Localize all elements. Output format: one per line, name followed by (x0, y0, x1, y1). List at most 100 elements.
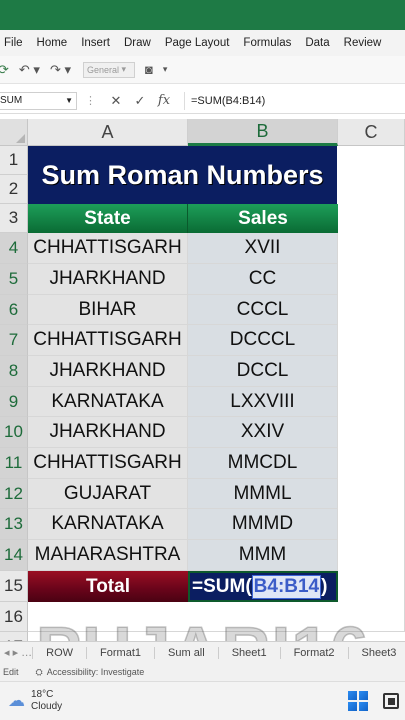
sales-cell[interactable]: CC (188, 264, 338, 295)
row-header[interactable]: 5 (0, 264, 28, 295)
menu-review[interactable]: Review (339, 37, 391, 49)
formula-prefix: =SUM( (192, 575, 252, 597)
formula-bar: SUM ▼ ⋮ ✕ ✓ fx =SUM(B4:B14) (0, 88, 405, 114)
state-cell[interactable]: MAHARASHTRA (28, 540, 188, 571)
sales-cell[interactable]: MMM (188, 540, 338, 571)
accessibility-status[interactable]: Accessibility: Investigate (47, 667, 145, 677)
column-header-c[interactable]: C (338, 119, 405, 146)
state-cell[interactable]: JHARKHAND (28, 417, 188, 448)
sales-cell[interactable]: MMCDL (188, 448, 338, 479)
weather-condition: Cloudy (31, 701, 63, 712)
column-header-b[interactable]: B (188, 119, 338, 146)
row-header[interactable]: 13 (0, 509, 28, 540)
range-reference: B4:B14 (251, 574, 322, 599)
row-header[interactable]: 16 (0, 602, 28, 632)
state-cell[interactable]: CHHATTISGARH (28, 233, 188, 264)
undo-icon[interactable]: ↶ ▾ (19, 62, 40, 78)
sheet-tabs: ◂ ▸ … ROW Format1 Sum all Sheet1 Format2… (0, 641, 405, 663)
sales-cell[interactable]: MMML (188, 479, 338, 509)
sales-cell[interactable]: LXXVIII (188, 387, 338, 417)
windows-start-icon[interactable] (348, 691, 368, 711)
sales-cell[interactable]: DCCL (188, 356, 338, 387)
sales-cell[interactable]: CCCL (188, 295, 338, 325)
column-c-cells[interactable] (338, 146, 405, 632)
row-16-cells[interactable] (28, 602, 405, 632)
row-header[interactable]: 15 (0, 571, 28, 602)
active-cell-editor[interactable]: =SUM(B4:B14) (188, 571, 338, 602)
quick-access-toolbar: ⟳ ↶ ▾ ↷ ▾ General ▾ ◙ ▾ (0, 56, 405, 84)
column-header-a[interactable]: A (28, 119, 188, 146)
tab-row[interactable]: ROW (32, 646, 86, 659)
state-cell[interactable]: CHHATTISGARH (28, 325, 188, 356)
name-box[interactable]: SUM ▼ (0, 91, 77, 110)
taskbar: ☁ 18°C Cloudy (0, 681, 405, 720)
chevron-down-icon: ▼ (65, 96, 73, 105)
header-sales[interactable]: Sales (188, 204, 338, 233)
row-header[interactable]: 1 (0, 146, 28, 175)
cloud-icon: ☁ (8, 691, 25, 710)
state-cell[interactable]: KARNATAKA (28, 509, 188, 540)
sheet-nav-arrows-icon[interactable]: ◂ ▸ … (4, 646, 32, 659)
state-cell[interactable]: KARNATAKA (28, 387, 188, 417)
weather-widget[interactable]: ☁ 18°C Cloudy (8, 689, 62, 713)
sheet-title[interactable]: Sum Roman Numbers (28, 146, 337, 204)
menu-formulas[interactable]: Formulas (238, 37, 300, 49)
sales-cell[interactable]: XXIV (188, 417, 338, 448)
header-state[interactable]: State (28, 204, 188, 233)
insert-function-icon[interactable]: fx (152, 93, 176, 108)
customize-toolbar-icon[interactable]: ▾ (163, 64, 168, 75)
menu-insert[interactable]: Insert (76, 37, 119, 49)
state-cell[interactable]: BIHAR (28, 295, 188, 325)
row-header[interactable]: 7 (0, 325, 28, 356)
row-header[interactable]: 11 (0, 448, 28, 479)
row-header[interactable]: 4 (0, 233, 28, 264)
row-header[interactable]: 3 (0, 204, 28, 233)
number-format-value: General (86, 64, 119, 75)
enter-icon[interactable]: ✓ (128, 93, 152, 109)
tab-format1[interactable]: Format1 (86, 646, 154, 659)
status-bar: Edit ⛭ Accessibility: Investigate (0, 663, 405, 681)
menu-file[interactable]: File (0, 37, 32, 49)
tab-format2[interactable]: Format2 (279, 646, 348, 659)
formula-suffix: ) (321, 575, 328, 597)
redo-icon[interactable]: ↷ ▾ (50, 62, 71, 78)
menu-data[interactable]: Data (300, 37, 338, 49)
sales-cell[interactable]: XVII (188, 233, 338, 264)
total-label[interactable]: Total (28, 571, 188, 602)
name-box-value: SUM (0, 95, 23, 106)
row-header[interactable]: 9 (0, 387, 28, 417)
status-mode: Edit (3, 667, 19, 677)
state-cell[interactable]: CHHATTISGARH (28, 448, 188, 479)
row-header[interactable]: 6 (0, 295, 28, 325)
row-header[interactable]: 12 (0, 479, 28, 509)
tab-sheet3[interactable]: Sheet3 (347, 646, 405, 659)
row-header[interactable]: 2 (0, 175, 28, 204)
state-cell[interactable]: JHARKHAND (28, 264, 188, 295)
select-all-corner[interactable] (0, 119, 28, 146)
tab-sum-all[interactable]: Sum all (154, 646, 218, 659)
number-format-dropdown[interactable]: General ▾ (82, 61, 135, 78)
vertical-dots-icon: ⋮ (85, 95, 96, 107)
camera-icon[interactable]: ◙ (145, 62, 153, 77)
autosave-icon[interactable]: ⟳ (0, 62, 9, 78)
row-header[interactable]: 14 (0, 540, 28, 571)
row-header[interactable]: 8 (0, 356, 28, 387)
task-view-icon[interactable] (383, 693, 399, 709)
ribbon-menu: File Home Insert Draw Page Layout Formul… (0, 30, 405, 56)
spreadsheet-grid: A B C 1 2 3 4 5 6 7 8 9 10 11 12 13 14 1… (0, 119, 405, 641)
formula-input[interactable]: =SUM(B4:B14) (184, 91, 265, 110)
weather-temperature: 18°C (31, 689, 54, 700)
state-cell[interactable]: JHARKHAND (28, 356, 188, 387)
menu-home[interactable]: Home (32, 37, 77, 49)
tab-sheet1[interactable]: Sheet1 (217, 646, 280, 659)
row-header[interactable]: 10 (0, 417, 28, 448)
title-bar (0, 0, 405, 30)
row-header[interactable]: 17 (0, 632, 28, 641)
state-cell[interactable]: GUJARAT (28, 479, 188, 509)
menu-page-layout[interactable]: Page Layout (160, 37, 239, 49)
sales-cell[interactable]: MMMD (188, 509, 338, 540)
sales-cell[interactable]: DCCCL (188, 325, 338, 356)
accessibility-icon: ⛭ (35, 666, 43, 677)
menu-draw[interactable]: Draw (119, 37, 160, 49)
cancel-icon[interactable]: ✕ (104, 93, 128, 109)
